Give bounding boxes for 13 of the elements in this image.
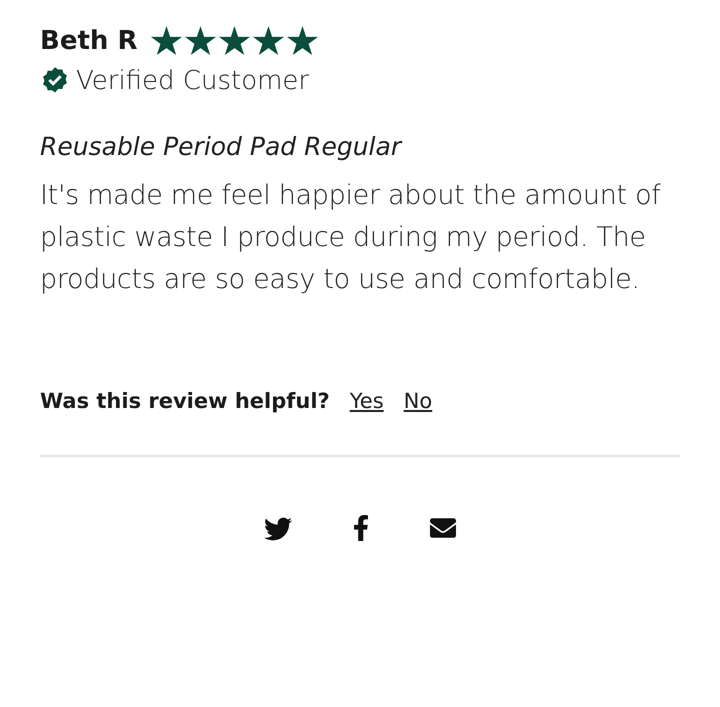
reviewer-name: Beth R [40,26,138,56]
verified-label: Verified Customer [76,66,310,96]
star-icon [287,26,318,56]
twitter-bird-icon[interactable] [264,515,292,543]
review-text: It's made me feel happier about the amount of plastic waste I produce during my period. The products are so easy to use and comfortable. [40,179,662,297]
star-icon [253,26,284,56]
star-icon [219,26,250,56]
product-name: Reusable Period Pad Regular [40,132,404,161]
helpful-question: Was this review helpful? [40,389,330,413]
star-icon [151,26,182,56]
vote-link[interactable]: No [404,389,432,413]
star-icon [185,26,216,56]
vote-link[interactable]: Yes [350,389,384,413]
